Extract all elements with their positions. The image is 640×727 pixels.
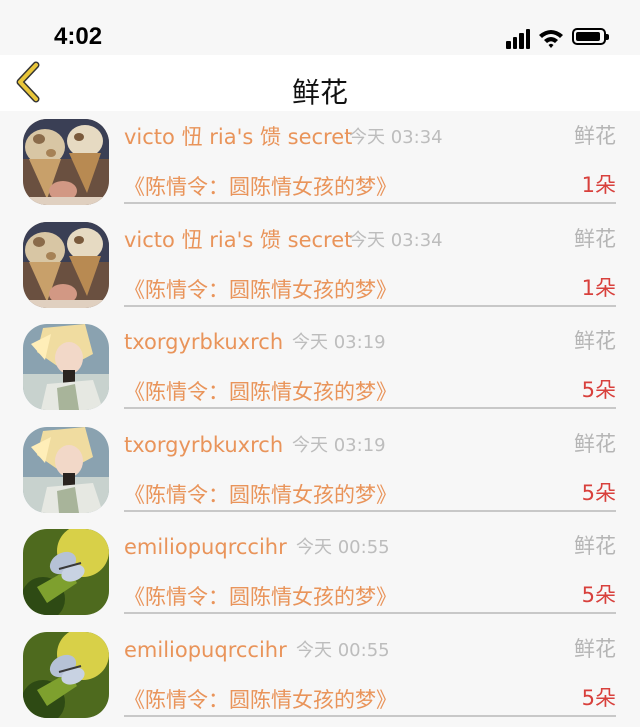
gift-type-label: 鲜花	[574, 226, 616, 251]
flower-count: 5朵	[581, 480, 616, 505]
username[interactable]: txorgyrbkuxrch	[124, 431, 283, 459]
navigation-bar: 鲜花	[0, 55, 640, 111]
ice-cream-avatar[interactable]	[23, 221, 109, 308]
drama-title[interactable]: 《陈情令：圆陈情女孩的梦》	[124, 583, 397, 611]
ice-cream-avatar[interactable]	[23, 119, 109, 205]
drama-title[interactable]: 《陈情令：圆陈情女孩的梦》	[124, 481, 397, 509]
gift-row[interactable]: txorgyrbkuxrch 今天 03:19 鲜花《陈情令：圆陈情女孩的梦》 5朵	[0, 316, 640, 419]
gift-type-label: 鲜花	[574, 636, 616, 661]
timestamp: 今天 00:55	[296, 537, 390, 559]
status-time: 4:02	[54, 23, 103, 50]
row-divider	[124, 509, 616, 512]
gift-row[interactable]: emiliopuqrccihr 今天 00:55 鲜花《陈情令：圆陈情女孩的梦》 5朵	[0, 624, 640, 727]
flower-count: 1朵	[581, 173, 616, 197]
row-divider	[124, 202, 616, 204]
gift-row[interactable]: victo 忸 ria's 馈 secret 今天 03:34 鲜花《陈情令：圆陈情…	[0, 214, 640, 317]
gift-row[interactable]: txorgyrbkuxrch 今天 03:19 鲜花《陈情令：圆陈情女孩的梦》 5朵	[0, 419, 640, 522]
anime-character-avatar[interactable]	[23, 426, 109, 513]
username[interactable]: emiliopuqrccihr	[124, 636, 287, 664]
gift-row[interactable]: emiliopuqrccihr 今天 00:55 鲜花《陈情令：圆陈情女孩的梦》 5朵	[0, 521, 640, 624]
timestamp: 今天 03:19	[292, 332, 386, 354]
wifi-icon	[538, 27, 564, 49]
flower-gift-list: victo 忸 ria's 馈 secret 今天 03:34 鲜花 《陈情令：圆陈情…	[0, 111, 640, 727]
row-divider	[124, 304, 616, 307]
flower-count: 1朵	[581, 275, 616, 300]
butterfly-avatar[interactable]	[23, 631, 109, 718]
anime-character-avatar[interactable]	[23, 324, 109, 411]
cellular-signal-icon	[506, 27, 532, 49]
page-title: 鲜花	[291, 76, 348, 109]
row-divider	[124, 407, 616, 410]
gift-type-label: 鲜花	[574, 431, 616, 456]
battery-icon	[572, 28, 609, 45]
gift-type-label: 鲜花	[574, 534, 616, 559]
timestamp: 今天 00:55	[296, 639, 390, 661]
timestamp: 今天 03:34	[349, 127, 443, 148]
username[interactable]: victo 忸 ria's 馈 secret	[124, 123, 352, 151]
timestamp: 今天 03:19	[292, 434, 386, 456]
username[interactable]: victo 忸 ria's 馈 secret	[124, 226, 352, 254]
gift-row[interactable]: victo 忸 ria's 馈 secret 今天 03:34 鲜花《陈情令：圆陈情…	[0, 111, 640, 214]
flower-count: 5朵	[581, 378, 616, 403]
butterfly-avatar[interactable]	[23, 529, 109, 616]
flower-count: 5朵	[581, 583, 616, 608]
timestamp: 今天 03:34	[349, 229, 443, 251]
username[interactable]: txorgyrbkuxrch	[124, 328, 283, 356]
row-divider	[124, 612, 616, 615]
drama-title[interactable]: 《陈情令：圆陈情女孩的梦》	[124, 378, 397, 406]
flower-count: 5朵	[581, 685, 616, 710]
username[interactable]: emiliopuqrccihr	[124, 533, 287, 561]
status-bar: 4:02	[0, 0, 640, 55]
drama-title[interactable]: 《陈情令：圆陈情女孩的梦》	[124, 686, 397, 714]
gift-type-label: 鲜花	[574, 124, 616, 148]
drama-title[interactable]: 《陈情令：圆陈情女孩的梦》	[124, 276, 397, 304]
gift-type-label: 鲜花	[574, 329, 616, 354]
drama-title[interactable]: 《陈情令：圆陈情女孩的梦》	[124, 173, 397, 201]
